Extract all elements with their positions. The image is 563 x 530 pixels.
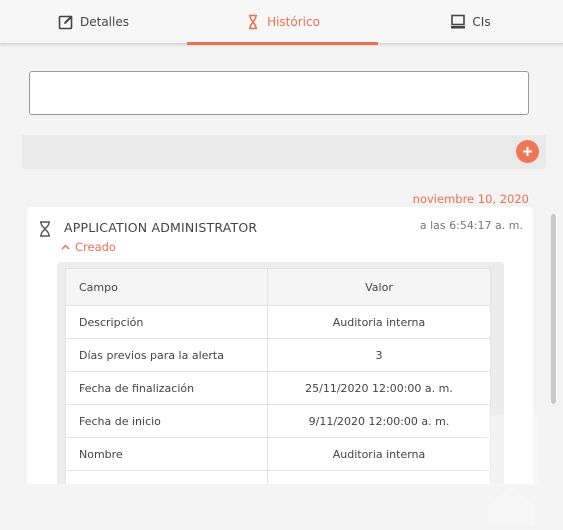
table-header-row: Campo Valor (65, 268, 491, 306)
cell-value: 9/11/2020 12:00:00 a. m. (267, 404, 491, 438)
created-toggle[interactable]: Creado (61, 240, 116, 254)
tab-bar: Detalles Histórico CIs (0, 0, 563, 45)
changes-table: Campo Valor Descripción Auditoria intern… (65, 268, 491, 497)
entry-time: a las 6:54:17 a. m. (419, 219, 523, 232)
cell-value: 3 (267, 338, 491, 372)
user-name: APPLICATION ADMINISTRATOR (64, 220, 258, 235)
home-icon (483, 415, 543, 529)
cell-value: Auditoria interna (267, 305, 491, 339)
header-valor: Valor (267, 268, 491, 306)
table-row: Fecha de finalización 25/11/2020 12:00:0… (65, 371, 491, 405)
comment-input-wrap (22, 60, 546, 135)
table-row: Días previos para la alerta 3 (65, 338, 491, 372)
tab-label: Histórico (267, 15, 320, 29)
action-label: Creado (75, 240, 116, 254)
table-row: Fecha de inicio 9/11/2020 12:00:00 a. m. (65, 404, 491, 438)
tab-cis[interactable]: CIs (378, 0, 563, 44)
history-entry-card: APPLICATION ADMINISTRATOR a las 6:54:17 … (27, 207, 533, 497)
cell-field: Descripción (65, 305, 268, 339)
cell-field: Nombre (65, 437, 268, 471)
comment-input[interactable] (29, 71, 529, 115)
table-row: Nombre Auditoria interna (65, 437, 491, 471)
changes-table-wrap: Campo Valor Descripción Auditoria intern… (57, 262, 504, 497)
cell-field: Días previos para la alerta (65, 338, 268, 372)
scrollbar-thumb[interactable] (551, 214, 556, 404)
computer-icon (450, 14, 466, 30)
bottom-area (0, 484, 563, 530)
header-campo: Campo (65, 268, 268, 306)
tab-label: CIs (472, 15, 491, 29)
cell-value: Auditoria interna (267, 437, 491, 471)
tab-historico[interactable]: Histórico (187, 0, 378, 45)
tab-label: Detalles (80, 15, 129, 29)
chevron-up-icon (61, 244, 70, 250)
cell-value: 25/11/2020 12:00:00 a. m. (267, 371, 491, 405)
comment-panel (22, 60, 546, 169)
cell-field: Fecha de inicio (65, 404, 268, 438)
date-label: noviembre 10, 2020 (412, 192, 529, 206)
edit-icon (58, 14, 74, 30)
add-comment-button[interactable] (516, 140, 539, 163)
hourglass-icon (39, 221, 51, 241)
tab-detalles[interactable]: Detalles (0, 0, 187, 44)
table-row: Descripción Auditoria interna (65, 305, 491, 339)
plus-icon (523, 147, 532, 156)
hourglass-icon (245, 14, 261, 30)
cell-field: Fecha de finalización (65, 371, 268, 405)
